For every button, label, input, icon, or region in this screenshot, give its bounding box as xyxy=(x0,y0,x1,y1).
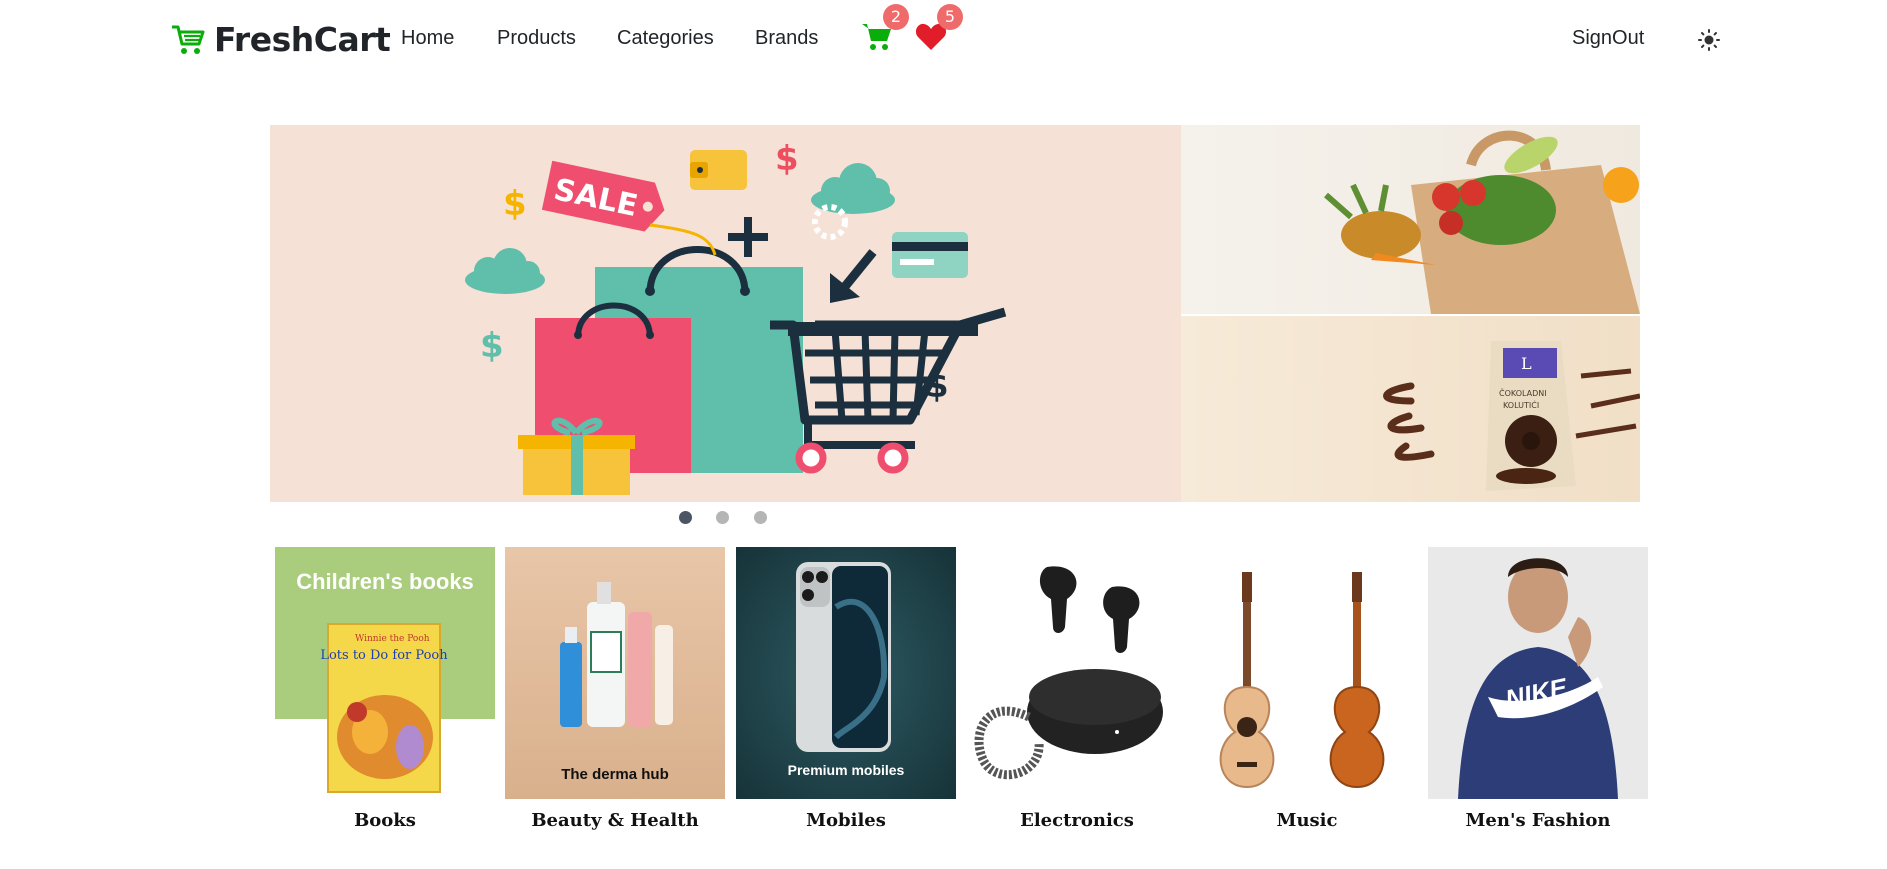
hero-main-slide[interactable]: $ $ $ $ SALE xyxy=(270,125,1181,502)
category-card-mobiles[interactable]: Premium mobiles Mobiles xyxy=(736,547,956,831)
sun-icon xyxy=(1698,29,1720,51)
svg-text:ČOKOLADNI: ČOKOLADNI xyxy=(1499,387,1547,398)
category-card-music[interactable]: Music xyxy=(1197,547,1417,831)
grocery-bag-image xyxy=(1324,130,1640,314)
svg-text:L: L xyxy=(1521,354,1532,373)
nav-categories[interactable]: Categories xyxy=(617,27,714,50)
slider-dot-2[interactable] xyxy=(716,511,729,524)
cookie-package-image: L ČOKOLADNI KOLUTIĆI xyxy=(1383,341,1640,491)
cart-icon xyxy=(172,25,205,54)
category-image-mens-fashion: NIKE xyxy=(1428,547,1648,799)
beauty-overlay-text: The derma hub xyxy=(561,766,669,783)
slider-dot-3[interactable] xyxy=(754,511,767,524)
category-name[interactable]: Electronics xyxy=(967,810,1187,831)
svg-text:Winnie the Pooh: Winnie the Pooh xyxy=(355,634,430,644)
nav-brands[interactable]: Brands xyxy=(755,27,818,50)
wishlist-button[interactable]: 5 xyxy=(915,4,963,57)
category-card-mens-fashion[interactable]: NIKE Men's Fashion xyxy=(1428,547,1648,831)
svg-text:$: $ xyxy=(503,184,527,224)
cart-button[interactable]: 2 xyxy=(861,4,909,57)
slider-dot-1[interactable] xyxy=(679,511,692,524)
category-card-beauty-health[interactable]: The derma hub Beauty & Health xyxy=(505,547,725,831)
category-name[interactable]: Music xyxy=(1197,810,1417,831)
svg-text:Lots to Do for Pooh: Lots to Do for Pooh xyxy=(320,648,448,663)
svg-text:KOLUTIĆI: KOLUTIĆI xyxy=(1503,399,1539,410)
navbar: FreshCart Home Products Categories Brand… xyxy=(0,0,1887,80)
category-image-music xyxy=(1197,547,1417,799)
category-image-beauty-health: The derma hub xyxy=(505,547,725,799)
svg-text:$: $ xyxy=(480,326,504,366)
slider-dots xyxy=(0,511,1887,525)
category-image-mobiles: Premium mobiles xyxy=(736,547,956,799)
category-card-electronics[interactable]: Electronics xyxy=(967,547,1187,831)
category-name[interactable]: Books xyxy=(275,810,495,831)
svg-text:$: $ xyxy=(775,139,799,179)
category-name[interactable]: Beauty & Health xyxy=(505,810,725,831)
category-image-electronics xyxy=(967,547,1187,799)
category-name[interactable]: Men's Fashion xyxy=(1428,810,1648,831)
nav-home[interactable]: Home xyxy=(401,27,454,50)
cart-count-badge: 2 xyxy=(883,4,909,30)
signout-link[interactable]: SignOut xyxy=(1572,27,1644,50)
brand-logo[interactable]: FreshCart xyxy=(170,20,391,59)
brand-name: FreshCart xyxy=(214,20,391,59)
grocery-bag-banner[interactable] xyxy=(1181,125,1640,314)
mobiles-overlay-text: Premium mobiles xyxy=(788,762,905,778)
nav-products[interactable]: Products xyxy=(497,27,576,50)
hero-slider[interactable]: $ $ $ $ SALE L ČOKOLADNI KOLUTIĆI xyxy=(270,125,1640,502)
wishlist-count-badge: 5 xyxy=(937,4,963,30)
books-overlay-text: Children's books xyxy=(296,569,474,594)
shopping-sale-illustration: $ $ $ $ SALE xyxy=(465,139,1007,495)
category-image-books: Children's books Winnie the Pooh Lots to… xyxy=(275,547,495,799)
chocolate-cookies-banner[interactable]: L ČOKOLADNI KOLUTIĆI xyxy=(1181,316,1640,502)
category-card-books[interactable]: Children's books Winnie the Pooh Lots to… xyxy=(275,547,495,831)
category-name[interactable]: Mobiles xyxy=(736,810,956,831)
theme-toggle[interactable] xyxy=(1697,28,1721,57)
